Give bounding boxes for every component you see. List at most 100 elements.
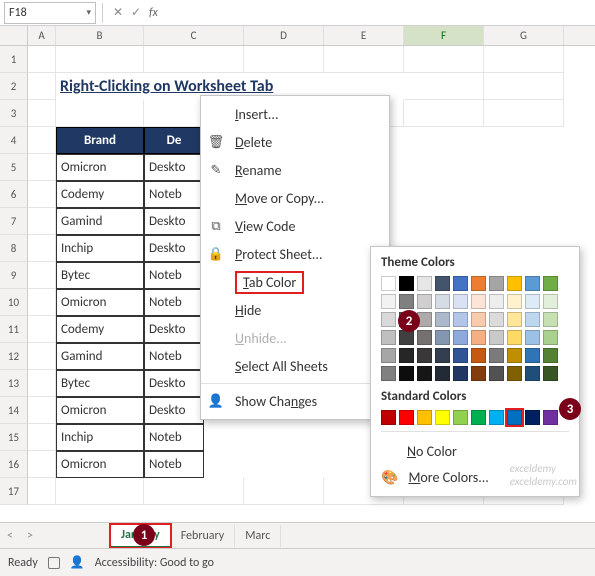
- table-cell[interactable]: Deskto: [144, 316, 204, 343]
- color-swatch[interactable]: [399, 348, 414, 363]
- color-swatch[interactable]: [543, 348, 558, 363]
- color-swatch[interactable]: [489, 410, 504, 425]
- color-swatch[interactable]: [381, 410, 396, 425]
- color-swatch[interactable]: [399, 330, 414, 345]
- color-swatch[interactable]: [435, 276, 450, 291]
- row-header[interactable]: 9: [0, 262, 28, 289]
- row-header[interactable]: 7: [0, 208, 28, 235]
- col-header-B[interactable]: B: [56, 26, 144, 45]
- color-swatch[interactable]: [453, 410, 468, 425]
- table-cell[interactable]: Inchip: [56, 424, 144, 451]
- row-header[interactable]: 15: [0, 424, 28, 451]
- color-swatch[interactable]: [435, 330, 450, 345]
- color-swatch[interactable]: [525, 366, 540, 381]
- color-swatch[interactable]: [417, 330, 432, 345]
- sheet-tab-march[interactable]: Marc: [235, 525, 281, 547]
- color-swatch[interactable]: [453, 366, 468, 381]
- color-swatch[interactable]: [507, 312, 522, 327]
- table-cell[interactable]: Noteb: [144, 181, 204, 208]
- color-swatch[interactable]: [417, 348, 432, 363]
- table-cell[interactable]: Deskto: [144, 235, 204, 262]
- color-swatch[interactable]: [381, 366, 396, 381]
- row-header[interactable]: 6: [0, 181, 28, 208]
- table-cell[interactable]: Deskto: [144, 370, 204, 397]
- color-swatch[interactable]: [525, 312, 540, 327]
- sheet-tab-february[interactable]: February: [171, 525, 236, 547]
- col-header-E[interactable]: E: [324, 26, 404, 45]
- row-header[interactable]: 1: [0, 46, 28, 73]
- color-swatch[interactable]: [489, 294, 504, 309]
- tab-nav-next[interactable]: >: [20, 529, 40, 543]
- row-header[interactable]: 4: [0, 127, 28, 154]
- accessibility-icon[interactable]: 👤: [70, 555, 85, 570]
- color-swatch[interactable]: [507, 330, 522, 345]
- color-swatch[interactable]: [417, 410, 432, 425]
- color-swatch[interactable]: [381, 294, 396, 309]
- color-swatch[interactable]: [471, 348, 486, 363]
- color-swatch[interactable]: [471, 410, 486, 425]
- color-swatch[interactable]: [507, 294, 522, 309]
- color-swatch[interactable]: [489, 366, 504, 381]
- color-swatch[interactable]: [453, 276, 468, 291]
- table-cell[interactable]: Noteb: [144, 424, 204, 451]
- color-swatch[interactable]: [453, 294, 468, 309]
- color-swatch[interactable]: [417, 276, 432, 291]
- tab-nav-prev[interactable]: <: [0, 529, 20, 543]
- color-swatch[interactable]: [489, 330, 504, 345]
- table-cell[interactable]: Noteb: [144, 262, 204, 289]
- color-swatch[interactable]: [489, 348, 504, 363]
- menu-rename[interactable]: ✎Rename: [201, 156, 389, 184]
- color-swatch[interactable]: [525, 330, 540, 345]
- color-swatch[interactable]: [471, 312, 486, 327]
- row-header[interactable]: 10: [0, 289, 28, 316]
- row-header[interactable]: 14: [0, 397, 28, 424]
- chevron-down-icon[interactable]: ▾: [86, 7, 91, 18]
- table-cell[interactable]: Deskto: [144, 397, 204, 424]
- table-cell[interactable]: Noteb: [144, 451, 204, 478]
- menu-tab-color[interactable]: Tab Color▸: [201, 268, 389, 296]
- color-swatch[interactable]: [543, 366, 558, 381]
- col-header-C[interactable]: C: [144, 26, 244, 45]
- color-swatch[interactable]: [435, 410, 450, 425]
- col-header-F[interactable]: F: [404, 26, 484, 45]
- color-swatch[interactable]: [471, 366, 486, 381]
- color-swatch[interactable]: [525, 294, 540, 309]
- color-swatch[interactable]: [507, 276, 522, 291]
- menu-select-all-sheets[interactable]: Select All Sheets: [201, 352, 389, 380]
- table-cell[interactable]: Noteb: [144, 343, 204, 370]
- color-swatch[interactable]: [381, 330, 396, 345]
- color-swatch[interactable]: [435, 294, 450, 309]
- color-swatch[interactable]: [543, 312, 558, 327]
- color-swatch[interactable]: [525, 276, 540, 291]
- row-header[interactable]: 11: [0, 316, 28, 343]
- color-swatch[interactable]: [471, 276, 486, 291]
- table-cell[interactable]: Bytec: [56, 370, 144, 397]
- col-header-D[interactable]: D: [244, 26, 324, 45]
- color-swatch[interactable]: [399, 294, 414, 309]
- menu-delete[interactable]: 🗑Delete: [201, 128, 389, 156]
- color-swatch[interactable]: [381, 312, 396, 327]
- col-header-A[interactable]: A: [28, 26, 56, 45]
- color-swatch[interactable]: [525, 348, 540, 363]
- color-swatch[interactable]: [543, 294, 558, 309]
- color-swatch[interactable]: [417, 366, 432, 381]
- table-cell[interactable]: Omicron: [56, 289, 144, 316]
- table-cell[interactable]: Gamind: [56, 343, 144, 370]
- table-cell[interactable]: Deskto: [144, 154, 204, 181]
- row-header[interactable]: 13: [0, 370, 28, 397]
- col-header-G[interactable]: G: [484, 26, 564, 45]
- menu-insert[interactable]: Insert...: [201, 100, 389, 128]
- fx-label[interactable]: fx: [149, 6, 158, 20]
- name-box[interactable]: F18 ▾: [4, 2, 96, 24]
- color-swatch[interactable]: [381, 276, 396, 291]
- table-cell[interactable]: Codemy: [56, 181, 144, 208]
- row-header[interactable]: 5: [0, 154, 28, 181]
- formula-input[interactable]: [164, 2, 589, 24]
- color-swatch[interactable]: [435, 366, 450, 381]
- table-cell[interactable]: Omicron: [56, 451, 144, 478]
- table-cell[interactable]: Bytec: [56, 262, 144, 289]
- color-swatch[interactable]: [543, 410, 558, 425]
- color-swatch[interactable]: [489, 276, 504, 291]
- table-cell[interactable]: Omicron: [56, 154, 144, 181]
- row-header[interactable]: 16: [0, 451, 28, 478]
